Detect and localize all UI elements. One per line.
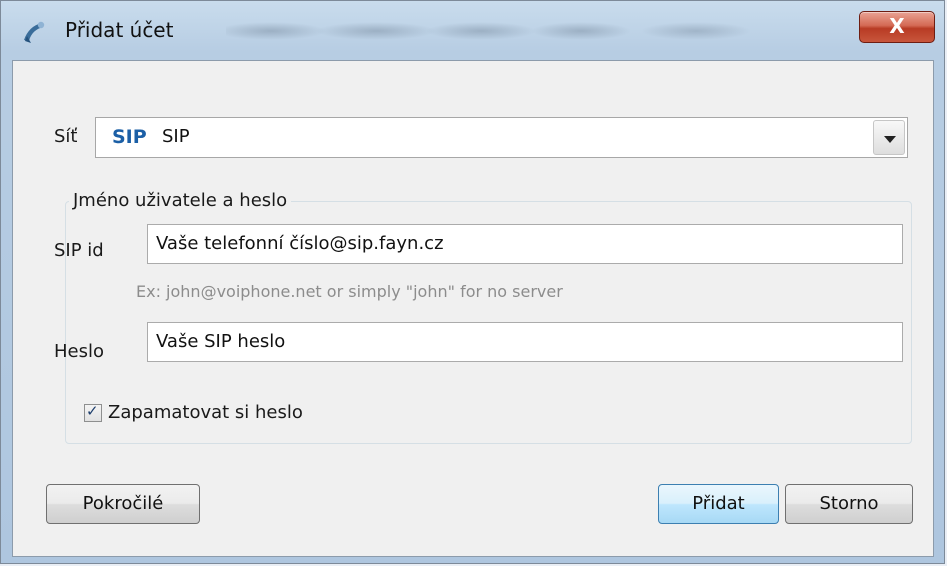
background-blur — [226, 9, 826, 47]
chevron-down-icon — [884, 136, 896, 143]
dialog-content: Síť SIP SIP Jméno uživatele a heslo SIP … — [12, 60, 934, 557]
checkmark-icon: ✓ — [86, 402, 99, 420]
remember-password-checkbox[interactable]: ✓ — [84, 402, 102, 422]
sip-logo-icon: SIP — [112, 126, 147, 148]
sip-id-label: SIP id — [54, 240, 104, 261]
add-button[interactable]: Přidat — [658, 484, 779, 524]
network-select[interactable]: SIP SIP — [95, 117, 908, 158]
network-selected-value: SIP — [162, 126, 190, 147]
cancel-button[interactable]: Storno — [785, 484, 913, 524]
dropdown-arrow-button[interactable] — [873, 120, 905, 155]
window-title: Přidat účet — [65, 18, 174, 42]
phone-app-icon — [24, 21, 45, 43]
add-account-dialog: Přidat účet X Síť SIP SIP Jméno uživatel… — [0, 0, 945, 564]
sip-id-hint: Ex: john@voiphone.net or simply "john" f… — [136, 282, 563, 301]
close-button[interactable]: X — [859, 11, 935, 43]
password-input[interactable]: Vaše SIP heslo — [147, 322, 903, 362]
sip-id-input[interactable]: Vaše telefonní číslo@sip.fayn.cz — [147, 224, 903, 264]
network-label: Síť — [54, 126, 78, 147]
advanced-button[interactable]: Pokročilé — [46, 484, 200, 524]
credentials-group-title: Jméno uživatele a heslo — [69, 190, 292, 212]
remember-password-label[interactable]: Zapamatovat si heslo — [108, 402, 303, 424]
title-bar[interactable]: Přidat účet X — [1, 1, 944, 59]
password-label: Heslo — [54, 341, 105, 362]
